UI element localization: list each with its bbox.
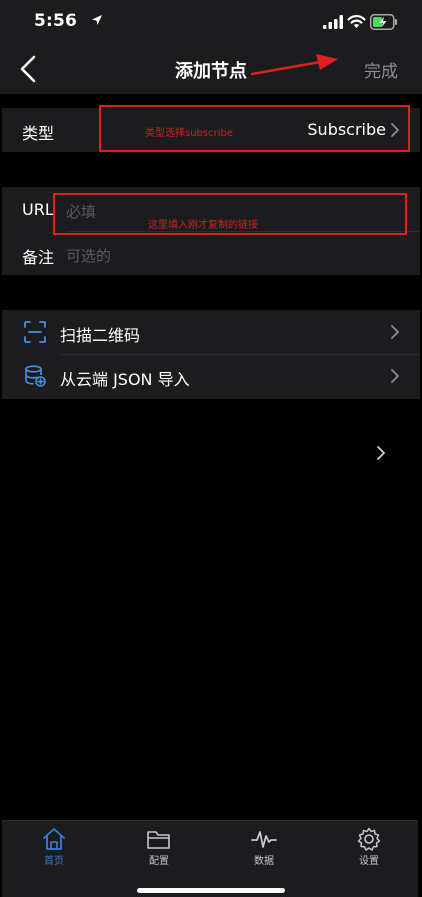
status-bar: 5:56 (0, 0, 422, 44)
tab-home[interactable]: 首页 (24, 827, 84, 867)
chevron-right-icon (391, 369, 399, 383)
home-indicator (137, 888, 285, 893)
tab-config-label: 配置 (149, 856, 169, 867)
tab-bar: 首页 配置 数据 设置 (2, 820, 418, 897)
annotation-arrow (250, 54, 338, 76)
chevron-right-icon (377, 446, 385, 460)
note-label: 备注 (22, 248, 55, 267)
url-annotation-text: 这里填入刚才复制的链接 (148, 220, 258, 231)
status-time: 5:56 (34, 11, 78, 31)
chevron-right-icon (391, 325, 399, 339)
tab-config[interactable]: 配置 (129, 827, 189, 867)
cloud-json-import-label: 从云端 JSON 导入 (60, 370, 190, 389)
scan-qr-label: 扫描二维码 (60, 326, 141, 345)
scan-qr-row[interactable]: 扫描二维码 (2, 310, 420, 354)
tab-data-label: 数据 (254, 856, 274, 867)
tab-settings-label: 设置 (359, 856, 379, 867)
gear-icon (357, 827, 381, 851)
type-label: 类型 (22, 124, 55, 143)
battery-charging-icon (370, 14, 397, 30)
import-actions-section: 扫描二维码 从云端 JSON 导入 (2, 310, 420, 399)
app-screen: 5:56 添加节点 完成 类型 Subscribe 类型选择subscribe … (0, 0, 422, 897)
done-button[interactable]: 完成 (364, 57, 398, 82)
cellular-signal-icon (323, 15, 343, 29)
tab-home-label: 首页 (44, 856, 64, 867)
folder-icon (147, 831, 170, 849)
url-label: URL (22, 200, 54, 219)
navigation-bar: 添加节点 完成 (0, 44, 422, 94)
qr-scan-icon (24, 321, 46, 343)
type-annotation-text: 类型选择subscribe (145, 128, 233, 139)
page-title: 添加节点 (175, 61, 247, 82)
note-row[interactable]: 备注 可选的 (2, 231, 420, 275)
note-input[interactable]: 可选的 (66, 245, 111, 266)
cloud-json-import-row[interactable]: 从云端 JSON 导入 (2, 354, 420, 398)
location-arrow-icon (92, 15, 102, 25)
tab-settings[interactable]: 设置 (339, 827, 399, 867)
activity-wave-icon (251, 831, 277, 848)
cloud-database-import-icon (25, 365, 46, 387)
home-icon (43, 828, 65, 850)
tab-data[interactable]: 数据 (234, 827, 294, 867)
wifi-icon (347, 15, 366, 28)
